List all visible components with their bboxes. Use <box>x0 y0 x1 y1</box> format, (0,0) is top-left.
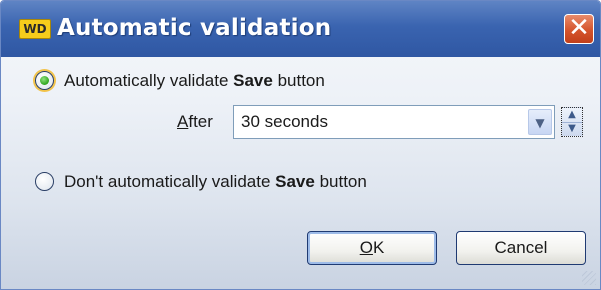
label-prefix: Automatically validate <box>64 71 234 90</box>
spin-up-icon[interactable]: ▲ <box>562 108 582 123</box>
radio-auto-validate[interactable] <box>35 71 54 90</box>
cancel-button[interactable]: Cancel <box>456 231 586 265</box>
label-prefix: Don't automatically validate <box>64 172 276 191</box>
delay-spinner[interactable]: ▲ ▼ <box>561 107 583 137</box>
label-suffix: button <box>314 172 367 191</box>
label-save-word: Save <box>275 172 315 191</box>
chevron-down-icon[interactable]: ▼ <box>528 109 552 135</box>
app-logo-icon: WD <box>19 19 51 39</box>
title-bar[interactable]: WD Automatic validation ✕ <box>1 1 600 57</box>
spin-down-icon[interactable]: ▼ <box>562 122 582 136</box>
dialog-window: WD Automatic validation ✕ Automatically … <box>0 0 601 290</box>
ok-button[interactable]: OK <box>307 231 437 265</box>
radio-manual-validate[interactable] <box>35 172 54 191</box>
radio-selected-dot-icon <box>40 76 49 85</box>
radio-auto-validate-label[interactable]: Automatically validate Save button <box>64 71 325 91</box>
after-accel: A <box>177 112 189 131</box>
radio-manual-validate-label[interactable]: Don't automatically validate Save button <box>64 172 367 192</box>
ok-rest: K <box>372 238 385 257</box>
close-button[interactable]: ✕ <box>564 14 594 44</box>
after-delay-value: 30 seconds <box>241 112 328 131</box>
after-rest: fter <box>188 112 213 131</box>
window-title: Automatic validation <box>57 15 332 41</box>
label-save-word: Save <box>233 71 273 90</box>
ok-accel: O <box>359 238 373 257</box>
label-suffix: button <box>272 71 325 90</box>
after-label: After <box>177 112 213 132</box>
resize-grip-icon[interactable] <box>582 271 596 285</box>
after-delay-select[interactable]: 30 seconds ▼ <box>233 105 555 139</box>
